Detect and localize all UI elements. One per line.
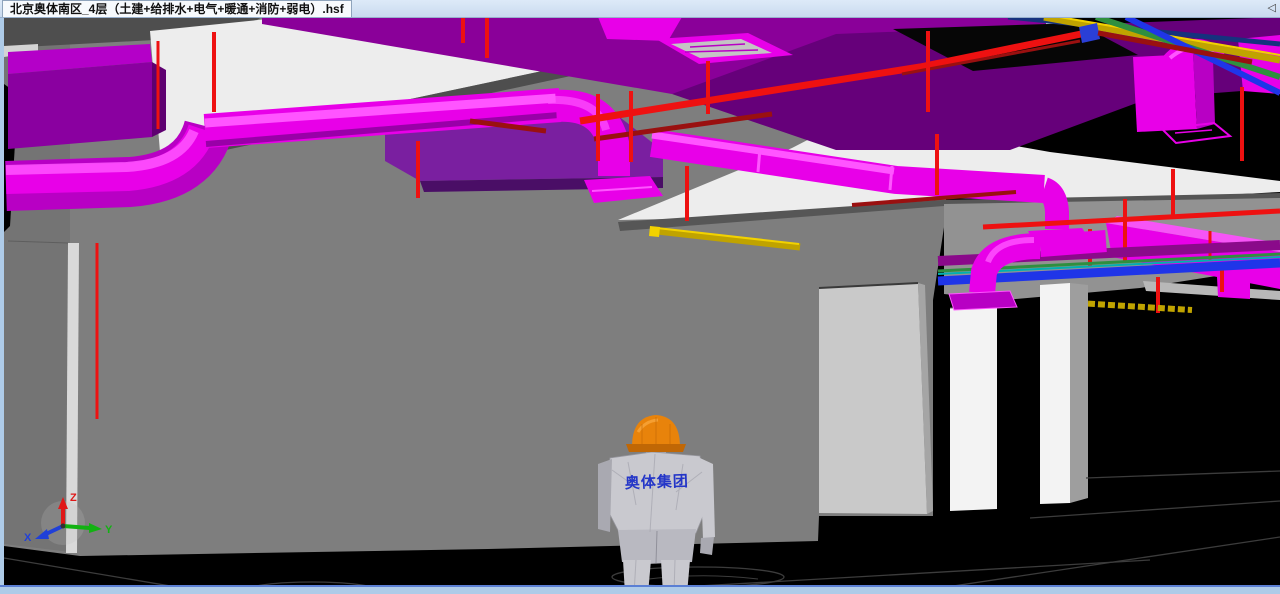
model-tab-title: 北京奥体南区_4层（土建+给排水+电气+暖通+消防+弱电）.hsf: [10, 2, 344, 16]
column: [950, 305, 997, 511]
axis-y-label: Y: [105, 524, 113, 536]
model-tab[interactable]: 北京奥体南区_4层（土建+给排水+电气+暖通+消防+弱电）.hsf: [2, 0, 352, 17]
axis-x-label: X: [24, 532, 32, 544]
tab-scroll-left-icon[interactable]: ◁: [1268, 1, 1276, 16]
tab-bar: 北京奥体南区_4层（土建+给排水+电气+暖通+消防+弱电）.hsf ◁: [0, 0, 1280, 18]
wall-panel: [819, 283, 933, 514]
hsf-viewer-window: 奥体集团 Z Y X 北京奥体南区_4层（土建+给排水+电气+暖通+消防+弱电）…: [0, 0, 1280, 594]
column: [1040, 283, 1070, 504]
viewport-3d-scene[interactable]: 奥体集团 Z Y X: [0, 0, 1280, 594]
avatar-back-text: 奥体集团: [625, 472, 690, 492]
axis-z-label: Z: [70, 492, 77, 504]
